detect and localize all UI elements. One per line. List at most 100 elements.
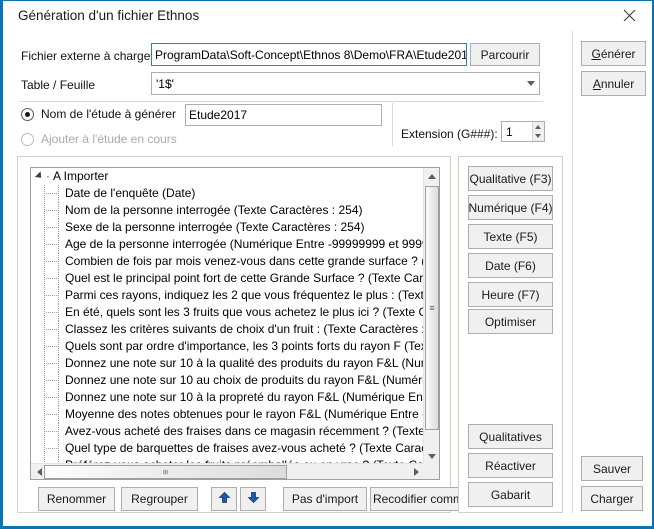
load-button[interactable]: Charger xyxy=(581,486,643,511)
numerique-f4-button[interactable]: Numérique (F4) xyxy=(468,195,553,220)
radio-generate-study[interactable]: Nom de l'étude à générer xyxy=(21,107,176,121)
tree-item-label: Parmi ces rayons, indiquez les 2 que vou… xyxy=(65,288,424,302)
tree-item-label: Nom de la personne interrogée (Texte Car… xyxy=(65,203,363,217)
fields-tree-content: · A Importer Date de l'enquête (Date) Nom … xyxy=(31,168,424,464)
spin-down-icon[interactable] xyxy=(533,132,544,142)
tree-item-label: Avez-vous acheté des fraises dans ce mag… xyxy=(65,424,424,438)
group-button[interactable]: Regrouper xyxy=(121,487,198,511)
tree-root-label: A Importer xyxy=(53,169,109,183)
arrow-down-icon xyxy=(247,491,260,507)
file-path-label: Fichier externe à charger xyxy=(21,49,155,63)
tree-branch-line xyxy=(46,414,58,415)
tree-branch-vline xyxy=(58,219,59,236)
texte-f5-button[interactable]: Texte (F5) xyxy=(468,224,553,249)
rename-button[interactable]: Renommer xyxy=(38,487,115,511)
tree-branch-vline xyxy=(58,202,59,219)
tree-item-label: Moyenne des notes obtenues pour le rayon… xyxy=(65,407,424,421)
tree-item-label: Donnez une note sur 10 au choix de produ… xyxy=(65,373,424,387)
tree-item[interactable]: Donnez une note sur 10 à la qualité des … xyxy=(31,355,424,372)
expander-collapse-icon[interactable] xyxy=(34,171,45,181)
cancel-button[interactable]: Annuler xyxy=(581,71,646,96)
heure-f7-button[interactable]: Heure (F7) xyxy=(468,282,553,307)
tree-root-node[interactable]: · A Importer xyxy=(31,168,424,185)
tree-item[interactable]: En été, quels sont les 3 fruits que vous… xyxy=(31,304,424,321)
qualitative-f3-button[interactable]: Qualitative (F3) xyxy=(468,166,553,191)
tree-branch-vline xyxy=(58,185,59,202)
save-button[interactable]: Sauver xyxy=(581,456,643,481)
table-sheet-combobox[interactable]: '1$' xyxy=(151,72,540,95)
generate-button[interactable]: Générer xyxy=(581,41,646,66)
spin-up-icon[interactable] xyxy=(533,122,544,132)
tree-item[interactable]: Avez-vous acheté des fraises dans ce mag… xyxy=(31,423,424,440)
radio-append-label: Ajouter à l'étude en cours xyxy=(41,132,177,146)
tree-branch-vline xyxy=(58,372,59,389)
horizontal-scroll-thumb[interactable]: ≡ xyxy=(44,465,287,479)
extension-value: 1 xyxy=(506,124,513,139)
scroll-grip-icon-h: ≡ xyxy=(160,469,171,475)
vertical-scroll-thumb[interactable]: ≡ xyxy=(425,186,439,430)
gabarit-button[interactable]: Gabarit xyxy=(468,482,553,507)
radio-append-indicator xyxy=(21,132,34,146)
tree-branch-line xyxy=(46,227,58,228)
optimize-button[interactable]: Optimiser xyxy=(468,309,553,334)
scroll-down-button[interactable] xyxy=(424,448,439,464)
scroll-up-button[interactable] xyxy=(424,168,439,184)
tree-branch-vline xyxy=(58,236,59,253)
generate-accel: G xyxy=(591,46,601,61)
no-import-button[interactable]: Pas d'import xyxy=(283,487,367,511)
tree-item-label: Quel type de barquettes de fraises avez-… xyxy=(65,441,424,455)
tree-branch-line xyxy=(46,193,58,194)
table-sheet-value: '1$' xyxy=(156,76,174,91)
date-f6-button[interactable]: Date (F6) xyxy=(468,253,553,278)
tree-item-label: Quels sont par ordre d'importance, les 3… xyxy=(65,339,424,353)
right-column-divider xyxy=(572,31,573,513)
tree-item[interactable]: Donnez une note sur 10 au choix de produ… xyxy=(31,372,424,389)
move-up-button[interactable] xyxy=(211,487,237,511)
close-button[interactable] xyxy=(607,1,652,30)
cancel-label-rest: nnuler xyxy=(600,76,635,91)
tree-item[interactable]: Quels sont par ordre d'importance, les 3… xyxy=(31,338,424,355)
tree-vertical-scrollbar[interactable]: ≡ xyxy=(423,168,439,464)
fields-tree[interactable]: · A Importer Date de l'enquête (Date) Nom … xyxy=(30,167,440,480)
extension-spin-buttons[interactable] xyxy=(531,122,544,142)
tree-item[interactable]: Date de l'enquête (Date) xyxy=(31,185,424,202)
tree-item[interactable]: Sexe de la personne interrogée (Texte Ca… xyxy=(31,219,424,236)
extension-divider xyxy=(392,103,393,146)
browse-button[interactable]: Parcourir xyxy=(470,43,540,66)
chevron-down-icon[interactable] xyxy=(521,73,539,94)
tree-item[interactable]: Quel type de barquettes de fraises avez-… xyxy=(31,440,424,457)
field-type-panel: Qualitative (F3) Numérique (F4) Texte (F5)… xyxy=(458,156,563,513)
tree-item[interactable]: Parmi ces rayons, indiquez les 2 que vou… xyxy=(31,287,424,304)
tree-horizontal-scrollbar[interactable]: ≡ xyxy=(31,463,424,479)
tree-branch-vline xyxy=(58,389,59,406)
tree-branch-line xyxy=(46,261,58,262)
study-name-input[interactable]: Etude2017 xyxy=(185,104,382,126)
tree-branch-line xyxy=(46,312,58,313)
tree-item[interactable]: Donnez une note sur 10 à la propreté du … xyxy=(31,389,424,406)
file-path-input[interactable]: ProgramData\Soft-Concept\Ethnos 8\Demo\F… xyxy=(151,43,467,66)
title-bar: Génération d'un fichier Ethnos xyxy=(3,1,652,31)
scrollbar-corner xyxy=(423,463,439,479)
extension-stepper[interactable]: 1 xyxy=(501,121,545,142)
file-path-value: ProgramData\Soft-Concept\Ethnos 8\Demo\F… xyxy=(155,47,467,62)
tree-item[interactable]: Combien de fois par mois venez-vous dans… xyxy=(31,253,424,270)
tree-branch-vline xyxy=(58,304,59,321)
tree-branch-line xyxy=(46,363,58,364)
qualitatives-button[interactable]: Qualitatives xyxy=(468,424,553,449)
tree-branch-vline xyxy=(58,253,59,270)
generate-label-rest: énérer xyxy=(600,46,636,61)
reactiver-button[interactable]: Réactiver xyxy=(468,453,553,478)
tree-item[interactable]: Age de la personne interrogée (Numérique… xyxy=(31,236,424,253)
tree-branch-vline xyxy=(58,287,59,304)
scroll-right-button[interactable] xyxy=(408,464,424,479)
tree-branch-line xyxy=(46,448,58,449)
tree-item[interactable]: Moyenne des notes obtenues pour le rayon… xyxy=(31,406,424,423)
close-icon xyxy=(623,9,636,22)
tree-item[interactable]: Nom de la personne interrogée (Texte Car… xyxy=(31,202,424,219)
tree-item[interactable]: Quel est le principal point fort de cett… xyxy=(31,270,424,287)
radio-append-study[interactable]: Ajouter à l'étude en cours xyxy=(21,132,177,146)
tree-item[interactable]: Classez les critères suivants de choix d… xyxy=(31,321,424,338)
tree-dot: · xyxy=(46,169,50,183)
tree-item-label: Combien de fois par mois venez-vous dans… xyxy=(65,254,424,268)
move-down-button[interactable] xyxy=(240,487,266,511)
